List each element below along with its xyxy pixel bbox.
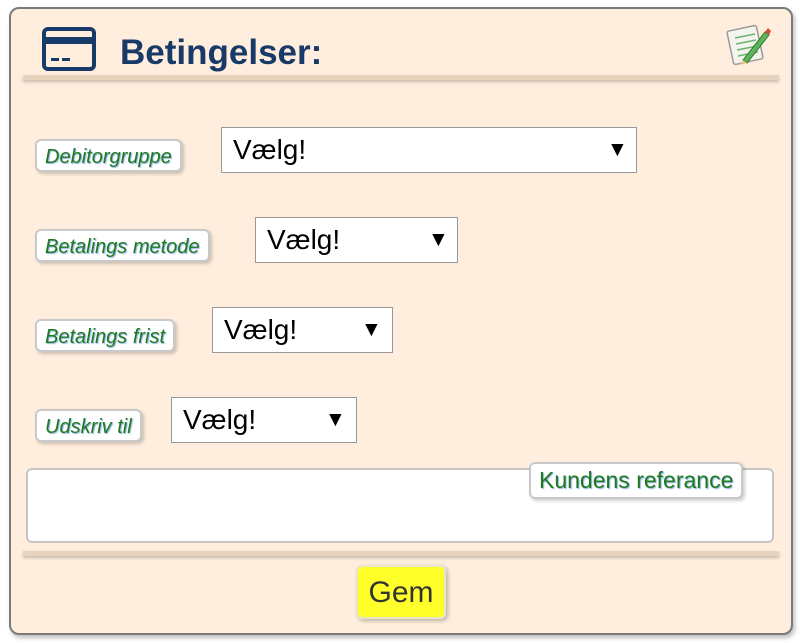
- kundens-referance-label: Kundens referance: [529, 462, 744, 499]
- dropdown-arrow-icon: ▼: [607, 138, 628, 161]
- betalings-frist-select[interactable]: Vælg! ▼: [212, 307, 393, 353]
- betalings-metode-value: Vælg!: [267, 224, 341, 255]
- dropdown-arrow-icon: ▼: [361, 318, 382, 341]
- debitorgruppe-value: Vælg!: [233, 134, 307, 165]
- panel-header: Betingelser:: [11, 9, 791, 79]
- betalings-metode-label: Betalings metode: [35, 229, 210, 262]
- debitorgruppe-select[interactable]: Vælg! ▼: [221, 127, 637, 173]
- footer-divider: [23, 551, 779, 556]
- dropdown-arrow-icon: ▼: [428, 228, 449, 251]
- page-title: Betingelser:: [120, 33, 323, 72]
- save-button[interactable]: Gem: [356, 565, 446, 619]
- edit-notepad-icon[interactable]: [725, 22, 771, 66]
- udskriv-til-select[interactable]: Vælg! ▼: [171, 397, 357, 443]
- header-divider: [23, 75, 779, 80]
- credit-card-icon: [42, 27, 96, 71]
- betalings-frist-value: Vælg!: [224, 314, 298, 345]
- dropdown-arrow-icon: ▼: [325, 408, 346, 431]
- udskriv-til-label: Udskriv til: [35, 409, 142, 442]
- conditions-panel: Betingelser: Debitorgruppe Vælg! ▼ Betal…: [9, 7, 793, 635]
- debitorgruppe-label: Debitorgruppe: [35, 139, 182, 172]
- udskriv-til-value: Vælg!: [183, 404, 257, 435]
- betalings-metode-select[interactable]: Vælg! ▼: [255, 217, 458, 263]
- betalings-frist-label: Betalings frist: [35, 319, 176, 352]
